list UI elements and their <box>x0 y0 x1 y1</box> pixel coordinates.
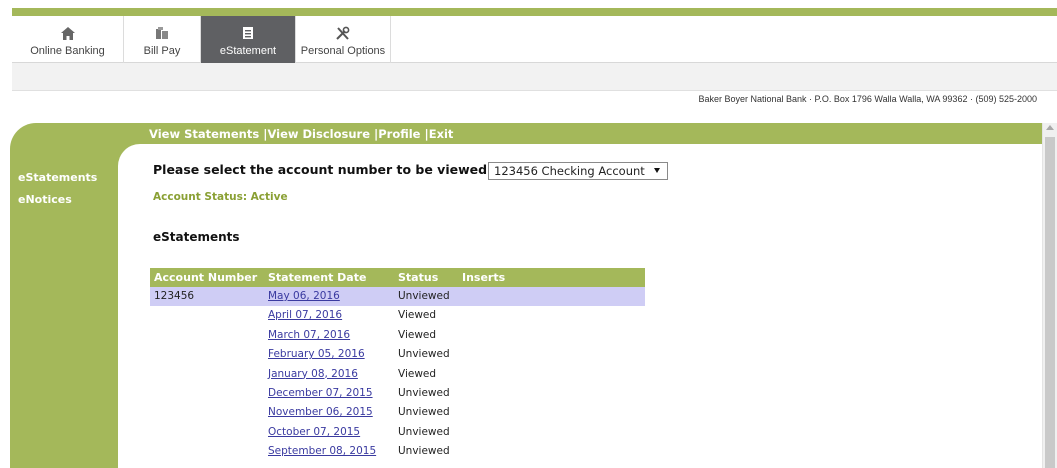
statement-date-link[interactable]: December 07, 2015 <box>268 387 373 399</box>
page: Online Banking Bill Pay eStatement Perso… <box>0 0 1057 468</box>
table-row: March 07, 2016 Viewed <box>150 326 645 345</box>
tab-bill-pay[interactable]: Bill Pay <box>124 16 201 63</box>
header-separator: | <box>420 127 429 141</box>
table-body: 123456 May 06, 2016 Unviewed April 07, 2016… <box>150 287 645 462</box>
table-row: 123456 May 06, 2016 Unviewed <box>150 287 645 307</box>
cell-account-number: 123456 <box>154 290 195 302</box>
tools-icon <box>334 24 352 42</box>
cell-status: Unviewed <box>398 406 450 419</box>
top-strip <box>0 0 1057 16</box>
column-header-account-number: Account Number <box>154 271 258 284</box>
top-accent-bar <box>12 8 1057 16</box>
account-prompt: Please select the account number to be v… <box>153 162 493 177</box>
statement-date-link[interactable]: January 08, 2016 <box>268 368 358 380</box>
vertical-scrollbar[interactable] <box>1042 123 1057 468</box>
cell-status: Unviewed <box>398 425 450 438</box>
chevron-down-icon <box>654 168 660 173</box>
statement-date-link[interactable]: October 07, 2015 <box>268 426 360 438</box>
tab-estatement-label: eStatement <box>219 45 277 57</box>
cell-status: Viewed <box>398 309 437 322</box>
tab-bill-pay-label: Bill Pay <box>143 45 181 57</box>
statement-date-link[interactable]: March 07, 2016 <box>268 329 350 341</box>
view-disclosure-link[interactable]: View Disclosure <box>267 127 370 141</box>
table-row: January 08, 2016 Viewed <box>150 365 645 384</box>
home-icon <box>59 24 77 42</box>
scrollbar-thumb[interactable] <box>1045 137 1055 468</box>
cell-status: Viewed <box>398 367 437 380</box>
view-statements-link[interactable]: View Statements <box>149 127 259 141</box>
section-title: eStatements <box>153 230 240 244</box>
bills-icon <box>153 24 171 42</box>
table-row: December 07, 2015 Unviewed <box>150 384 645 403</box>
column-header-status: Status <box>398 271 439 284</box>
table-row: September 08, 2015 Unviewed <box>150 442 645 461</box>
statement-date-link[interactable]: April 07, 2016 <box>268 309 342 321</box>
table-row: February 05, 2016 Unviewed <box>150 345 645 364</box>
account-select[interactable]: 123456 Checking Account <box>488 162 668 180</box>
cell-status: Unviewed <box>398 445 450 458</box>
statement-date-link[interactable]: November 06, 2015 <box>268 406 373 418</box>
header-links: View Statements |View Disclosure |Profil… <box>149 127 453 141</box>
statements-table: Account Number Statement Date Status Ins… <box>150 268 645 462</box>
column-header-statement-date: Statement Date <box>268 271 367 284</box>
bank-address: Baker Boyer National Bank · P.O. Box 179… <box>698 94 1037 104</box>
header-separator: | <box>370 127 379 141</box>
gray-strip <box>12 63 1057 91</box>
table-row: April 07, 2016 Viewed <box>150 306 645 325</box>
document-icon <box>239 24 257 42</box>
statement-date-link[interactable]: May 06, 2016 <box>268 290 340 302</box>
tab-estatement[interactable]: eStatement <box>201 16 296 63</box>
sidebar-item-estatements[interactable]: eStatements <box>18 171 97 184</box>
table-row: October 07, 2015 Unviewed <box>150 423 645 442</box>
tab-personal-options-label: Personal Options <box>300 45 386 57</box>
table-row: November 06, 2015 Unviewed <box>150 403 645 422</box>
top-nav: Online Banking Bill Pay eStatement Perso… <box>12 16 1057 63</box>
table-header: Account Number Statement Date Status Ins… <box>150 268 645 287</box>
tab-online-banking-label: Online Banking <box>30 45 105 57</box>
account-status: Account Status: Active <box>153 191 288 203</box>
scroll-up-arrow-icon[interactable] <box>1046 125 1054 130</box>
profile-link[interactable]: Profile <box>378 127 420 141</box>
sidebar-item-enotices[interactable]: eNotices <box>18 193 72 206</box>
column-header-inserts: Inserts <box>462 271 506 284</box>
cell-status: Unviewed <box>398 290 450 302</box>
account-select-value: 123456 Checking Account <box>494 164 645 178</box>
statement-date-link[interactable]: September 08, 2015 <box>268 445 376 457</box>
tab-personal-options[interactable]: Personal Options <box>296 16 391 63</box>
cell-status: Viewed <box>398 328 437 341</box>
statement-date-link[interactable]: February 05, 2016 <box>268 348 365 360</box>
cell-status: Unviewed <box>398 386 450 399</box>
cell-status: Unviewed <box>398 348 450 361</box>
tab-online-banking[interactable]: Online Banking <box>12 16 124 63</box>
exit-link[interactable]: Exit <box>429 127 454 141</box>
